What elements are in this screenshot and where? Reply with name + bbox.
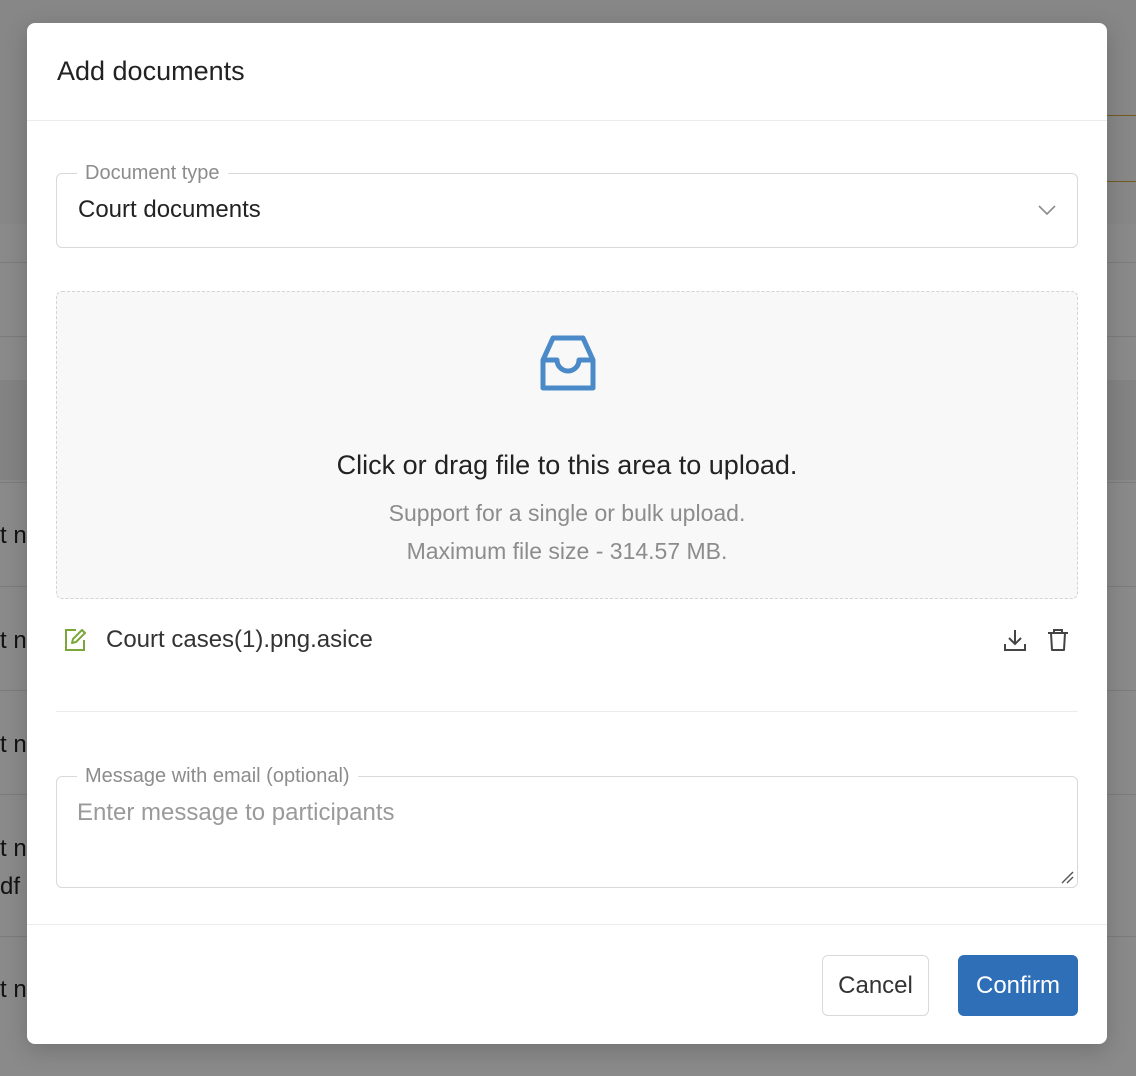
add-documents-modal: Add documents Document type Court docume… [27, 23, 1107, 1044]
section-divider [56, 711, 1078, 712]
file-name[interactable]: Court cases(1).png.asice [106, 626, 373, 654]
confirm-button[interactable]: Confirm [958, 955, 1078, 1016]
message-field[interactable]: Message with email (optional) [56, 764, 1078, 888]
delete-icon[interactable] [1045, 627, 1071, 653]
document-type-select[interactable]: Document type Court documents [56, 161, 1078, 248]
dropzone-hint: Support for a single or bulk upload. [388, 500, 746, 526]
modal-header: Add documents [27, 23, 1107, 121]
download-icon[interactable] [1002, 627, 1028, 653]
dropzone-max-size: Maximum file size - 314.57 MB. [406, 538, 728, 564]
message-label: Message with email (optional) [77, 764, 358, 788]
document-type-value: Court documents [78, 196, 261, 223]
cancel-button[interactable]: Cancel [822, 955, 929, 1016]
modal-footer: Cancel Confirm [27, 924, 1107, 1044]
uploaded-file-item: Court cases(1).png.asice [56, 620, 1078, 660]
message-textarea[interactable] [57, 777, 1077, 887]
edit-icon [65, 629, 86, 651]
document-type-label: Document type [77, 161, 228, 185]
chevron-down-icon[interactable] [1037, 200, 1057, 220]
dropzone-title: Click or drag file to this area to uploa… [336, 450, 798, 480]
resize-handle-icon[interactable] [1060, 870, 1074, 884]
upload-dropzone[interactable]: Click or drag file to this area to uploa… [56, 291, 1078, 599]
inbox-icon [540, 335, 596, 391]
modal-title: Add documents [57, 56, 245, 86]
